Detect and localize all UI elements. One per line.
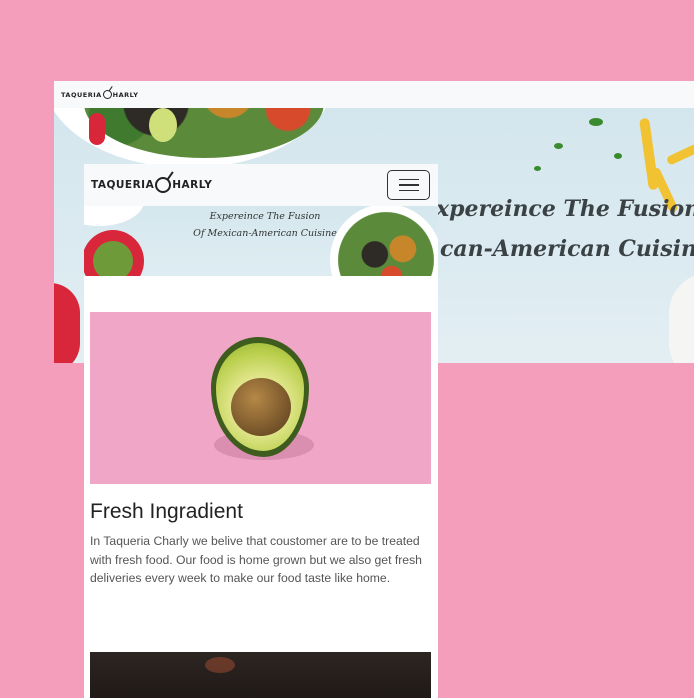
lime-image — [149, 108, 177, 142]
mobile-hero-tagline: Expereince The Fusion Of Mexican-America… — [180, 208, 350, 242]
logo-text-right: HARLY — [112, 90, 139, 99]
logo-pan-icon — [155, 177, 172, 193]
desktop-logo[interactable]: TAQUERIA HARLY — [61, 90, 138, 99]
mobile-navbar: TAQUERIA HARLY — [84, 164, 438, 206]
herb-leaf-image — [614, 153, 622, 159]
herb-leaf-image — [554, 143, 563, 149]
logo-pan-icon — [102, 90, 112, 99]
desktop-navbar: TAQUERIA HARLY — [54, 81, 694, 108]
avocado-photo — [90, 312, 431, 484]
mobile-hero: Expereince The Fusion Of Mexican-America… — [84, 206, 438, 276]
side-bowl-image — [84, 230, 144, 276]
plate-image — [84, 206, 144, 226]
herb-leaf-image — [589, 118, 603, 126]
hamburger-icon — [398, 189, 419, 192]
mobile-hero-line-2: Of Mexican-American Cuisine — [193, 228, 337, 239]
card-text: In Taqueria Charly we belive that cousto… — [90, 534, 422, 585]
logo-text-left: TAQUERIA — [61, 90, 102, 99]
kitchen-photo — [90, 652, 431, 698]
herb-leaf-image — [534, 166, 541, 171]
mobile-logo[interactable]: TAQUERIA HARLY — [91, 177, 212, 193]
hamburger-icon — [398, 184, 419, 186]
desktop-hero-line-1: xpereince The Fusion — [436, 196, 694, 222]
card-title: Fresh Ingradient — [90, 500, 243, 523]
desktop-hero-line-2: can-American Cuisine — [440, 236, 694, 262]
flame-glow — [205, 657, 235, 673]
mobile-hero-line-1: Expereince The Fusion — [209, 211, 321, 222]
mobile-screenshot: TAQUERIA HARLY Expereince The Fusion Of … — [84, 164, 438, 698]
logo-text-right: HARLY — [172, 179, 213, 191]
avocado-pit — [231, 378, 291, 436]
pepper-image — [89, 113, 105, 145]
side-bowl-image — [54, 283, 80, 363]
logo-text-left: TAQUERIA — [91, 179, 155, 191]
plate-image — [669, 273, 694, 363]
yellow-pepper-image — [665, 143, 694, 166]
hamburger-icon — [398, 178, 419, 181]
hamburger-menu-button[interactable] — [387, 170, 430, 200]
